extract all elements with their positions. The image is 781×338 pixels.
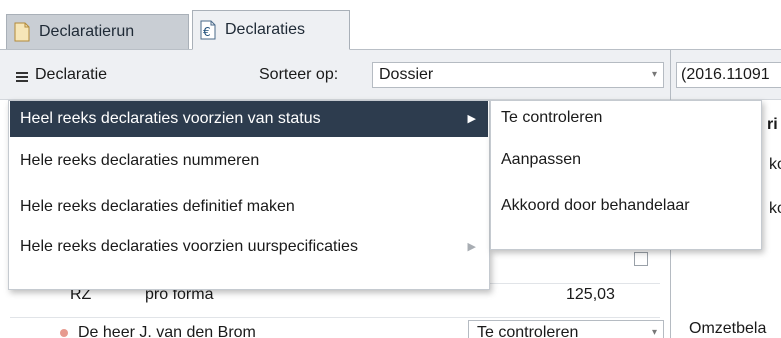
- chevron-down-icon: ▾: [651, 69, 657, 80]
- tab-label: Declaratierun: [39, 23, 135, 40]
- context-menu: Heel reeks declaraties voorzien van stat…: [8, 100, 490, 290]
- row-client-name: De heer J. van den Brom: [78, 324, 256, 338]
- dossier-field-value: (2016.11091: [681, 66, 770, 83]
- svg-text:€: €: [203, 25, 211, 39]
- hamburger-icon[interactable]: [16, 72, 28, 82]
- euro-document-icon: €: [200, 20, 216, 40]
- submenu-arrow-icon: ▶: [467, 241, 476, 253]
- tab-label: Declaraties: [225, 21, 306, 38]
- tab-declaratierun[interactable]: Declaratierun: [6, 14, 189, 49]
- chevron-down-icon: ▾: [651, 327, 657, 338]
- menu-item-uurspecificaties[interactable]: Hele reeks declaraties voorzien uurspeci…: [10, 229, 488, 265]
- row-status-select[interactable]: Te controleren ▾: [468, 320, 664, 338]
- toolbar: Declaratie Sorteer op: Dossier ▾ (2016.1…: [0, 50, 781, 100]
- status-dot-icon: [60, 329, 68, 337]
- submenu-item-aanpassen[interactable]: Aanpassen: [501, 151, 581, 169]
- menu-item-nummeren[interactable]: Hele reeks declaraties nummeren: [10, 143, 488, 179]
- sort-label: Sorteer op:: [259, 66, 339, 83]
- toolbar-title[interactable]: Declaratie: [35, 66, 107, 84]
- status-submenu: Te controleren Aanpassen Akkoord door be…: [490, 100, 762, 250]
- submenu-item-te-controleren[interactable]: Te controleren: [501, 109, 602, 127]
- menu-item-label: Heel reeks declaraties voorzien van stat…: [20, 110, 321, 127]
- submenu-arrow-icon: ▶: [467, 113, 476, 125]
- detail-text-fragment: ko: [769, 156, 781, 173]
- menu-item-definitief[interactable]: Hele reeks declaraties definitief maken: [10, 189, 488, 225]
- row-status-value: Te controleren: [477, 324, 579, 338]
- menu-item-status[interactable]: Heel reeks declaraties voorzien van stat…: [10, 101, 488, 137]
- menu-item-label: Hele reeks declaraties nummeren: [20, 152, 260, 169]
- detail-label-omzetbelasting: Omzetbela: [689, 320, 767, 337]
- submenu-item-akkoord[interactable]: Akkoord door behandelaar: [501, 197, 690, 215]
- menu-item-label: Hele reeks declaraties voorzien uurspeci…: [20, 238, 358, 255]
- dossier-field[interactable]: (2016.11091: [676, 62, 781, 88]
- sort-select-value: Dossier: [379, 66, 434, 83]
- document-icon: [14, 22, 30, 42]
- detail-text-fragment: ko: [769, 200, 781, 217]
- tab-strip: Declaratierun € Declaraties: [0, 0, 781, 50]
- tab-declaraties[interactable]: € Declaraties: [192, 10, 350, 50]
- sort-select[interactable]: Dossier ▾: [372, 62, 664, 88]
- row-amount: 125,03: [566, 286, 615, 303]
- detail-heading-fragment: ri: [767, 116, 778, 133]
- menu-item-label: Hele reeks declaraties definitief maken: [20, 198, 295, 215]
